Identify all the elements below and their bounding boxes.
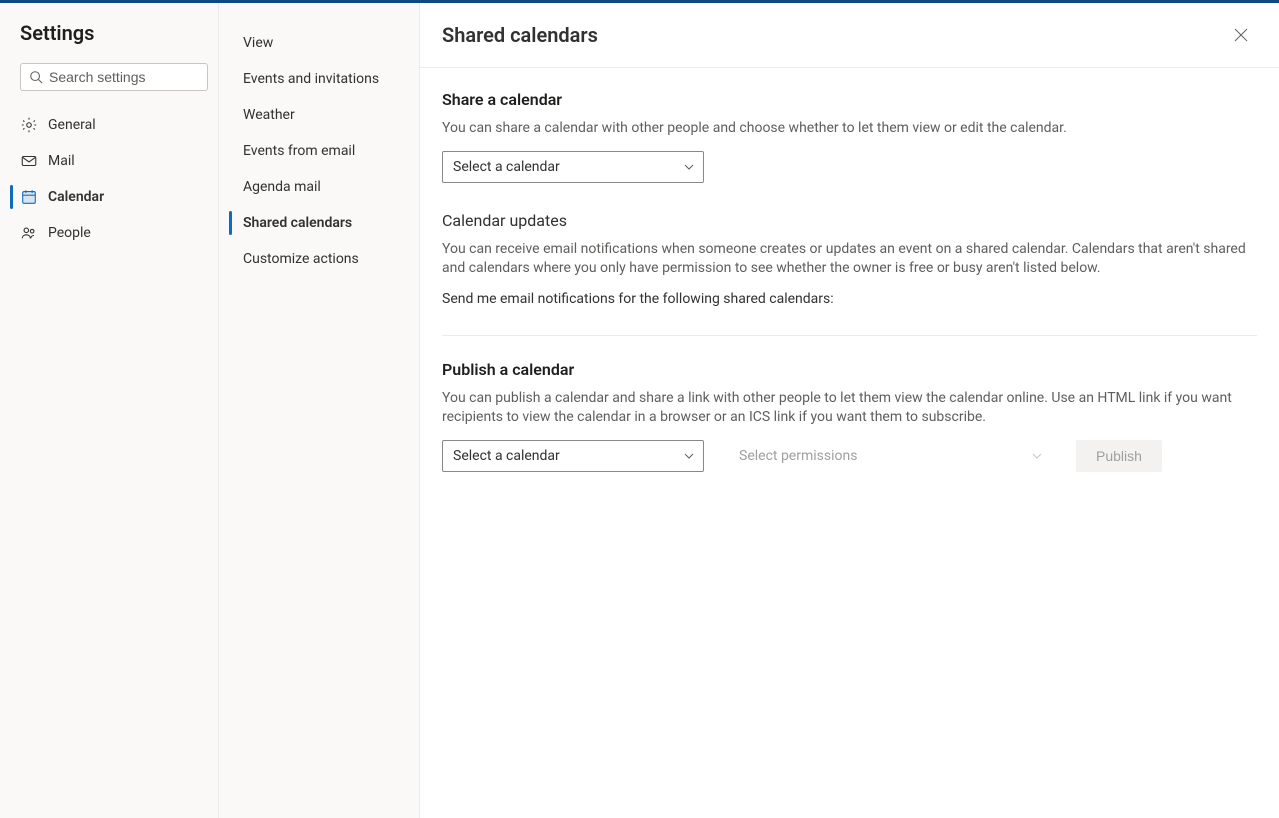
nav-item-mail[interactable]: Mail: [0, 143, 208, 179]
settings-dialog: Settings General Mail: [0, 3, 1279, 818]
chevron-down-icon: [683, 161, 695, 173]
nav-item-label: Mail: [48, 153, 75, 169]
subnav-item-label: Customize actions: [243, 251, 359, 267]
chevron-down-icon: [1031, 450, 1043, 462]
share-calendar-dropdown[interactable]: Select a calendar: [442, 151, 704, 183]
close-icon: [1234, 28, 1248, 42]
section-divider: [442, 335, 1257, 336]
close-button[interactable]: [1227, 21, 1255, 49]
updates-prompt: Send me email notifications for the foll…: [442, 291, 1257, 307]
chevron-down-icon: [683, 450, 695, 462]
dropdown-value: Select a calendar: [453, 159, 560, 175]
publish-calendar-section: Publish a calendar You can publish a cal…: [442, 360, 1257, 472]
subnav-item-label: Weather: [243, 107, 295, 123]
subnav-item-weather[interactable]: Weather: [219, 97, 419, 133]
main-header: Shared calendars: [420, 3, 1279, 68]
nav-item-calendar[interactable]: Calendar: [0, 179, 208, 215]
subnav-item-view[interactable]: View: [219, 25, 419, 61]
mail-icon: [20, 152, 38, 170]
updates-heading: Calendar updates: [442, 211, 1257, 230]
subnav-item-label: Events and invitations: [243, 71, 379, 87]
nav-item-people[interactable]: People: [0, 215, 208, 251]
share-description: You can share a calendar with other peop…: [442, 119, 1257, 139]
settings-main-panel: Shared calendars Share a calendar You ca…: [420, 3, 1279, 818]
search-settings-input[interactable]: [49, 69, 230, 85]
subnav-item-shared-calendars[interactable]: Shared calendars: [219, 205, 419, 241]
share-calendar-section: Share a calendar You can share a calenda…: [442, 90, 1257, 183]
publish-heading: Publish a calendar: [442, 360, 1257, 379]
subnav-item-label: Agenda mail: [243, 179, 321, 195]
people-icon: [20, 224, 38, 242]
main-body: Share a calendar You can share a calenda…: [420, 68, 1279, 522]
nav-item-general[interactable]: General: [0, 107, 208, 143]
page-title: Shared calendars: [442, 23, 598, 47]
dropdown-value: Select permissions: [739, 448, 857, 464]
settings-nav: General Mail Calendar: [0, 107, 208, 251]
subnav-item-agenda-mail[interactable]: Agenda mail: [219, 169, 419, 205]
subnav-item-events-invitations[interactable]: Events and invitations: [219, 61, 419, 97]
publish-description: You can publish a calendar and share a l…: [442, 389, 1257, 428]
subnav-item-label: View: [243, 35, 273, 51]
settings-left-panel: Settings General Mail: [0, 3, 219, 818]
calendar-updates-section: Calendar updates You can receive email n…: [442, 211, 1257, 307]
nav-item-label: General: [48, 117, 96, 133]
dropdown-value: Select a calendar: [453, 448, 560, 464]
search-icon: [29, 70, 43, 84]
publish-button[interactable]: Publish: [1076, 440, 1162, 472]
publish-row: Select a calendar Select permissions Pub…: [442, 440, 1257, 472]
publish-calendar-dropdown[interactable]: Select a calendar: [442, 440, 704, 472]
subnav-item-label: Events from email: [243, 143, 355, 159]
subnav-item-label: Shared calendars: [243, 215, 352, 231]
updates-description: You can receive email notifications when…: [442, 240, 1257, 279]
subnav-item-customize-actions[interactable]: Customize actions: [219, 241, 419, 277]
gear-icon: [20, 116, 38, 134]
nav-item-label: People: [48, 225, 91, 241]
settings-subnav-panel: View Events and invitations Weather Even…: [219, 3, 420, 818]
search-settings-field[interactable]: [20, 63, 208, 91]
settings-title: Settings: [20, 21, 208, 45]
share-heading: Share a calendar: [442, 90, 1257, 109]
nav-item-label: Calendar: [48, 189, 104, 205]
subnav-item-events-from-email[interactable]: Events from email: [219, 133, 419, 169]
calendar-icon: [20, 188, 38, 206]
settings-subnav: View Events and invitations Weather Even…: [219, 25, 419, 277]
publish-permissions-dropdown[interactable]: Select permissions: [728, 440, 1052, 472]
